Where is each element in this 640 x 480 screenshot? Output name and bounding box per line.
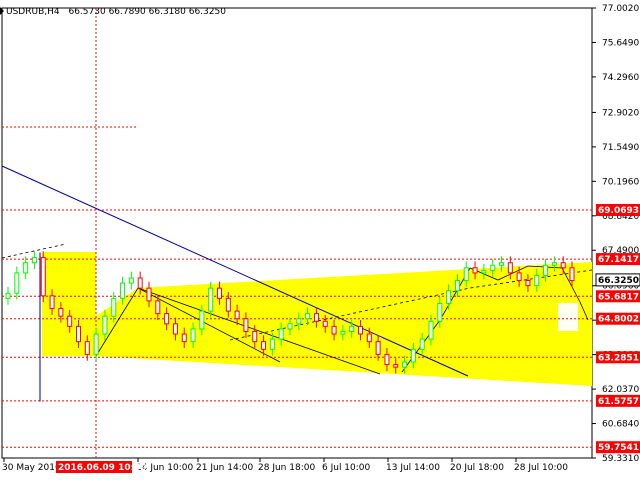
candle-body [287, 323, 293, 330]
candle-body [225, 297, 231, 312]
candle-body [137, 277, 143, 289]
level-tag-label: 61.5757 [598, 397, 639, 407]
level-tag-label: 65.6817 [598, 292, 639, 302]
candle-body [243, 318, 249, 332]
candle-body [269, 338, 275, 350]
level-tag-label: 69.0693 [598, 206, 639, 216]
current-price-label: 66.3250 [598, 276, 639, 286]
candle-body [384, 353, 390, 366]
symbol-label: USDRUB,H4 [6, 7, 60, 17]
candle-body [463, 267, 469, 282]
candle-body [23, 262, 29, 274]
candle-body [419, 338, 425, 350]
time-tick-label: 30 May 2016 [2, 463, 61, 473]
candle-body [454, 280, 460, 292]
candle-body [146, 287, 152, 302]
time-axis: 30 May 2016 14 Jun 10:00 21 Jun 14:00 28 Ju… [2, 458, 568, 473]
candle-body [366, 333, 372, 343]
candle-body [305, 313, 311, 320]
candle-body [84, 341, 90, 355]
candle-body [58, 308, 64, 317]
candle-body [534, 274, 540, 287]
price-tick-label: 71.5490 [602, 143, 639, 153]
candle-body [402, 361, 408, 368]
candle-body [234, 310, 240, 320]
candle-body [507, 262, 513, 274]
candle-body [446, 290, 452, 304]
candle-body [217, 287, 222, 299]
level-tag-label: 63.2851 [598, 353, 639, 363]
header-ohlc: USDRUB,H4 66.5730 66.7890 66.3180 66.325… [6, 7, 226, 17]
ohlc-values: 66.5730 66.7890 66.3180 66.3250 [68, 7, 226, 17]
candle-body [199, 310, 205, 330]
price-box [558, 303, 578, 331]
candle-body [516, 272, 522, 282]
time-tick-label: 6 Jul 10:00 [322, 463, 371, 473]
candle-body [14, 272, 20, 294]
plot-area [1, 7, 593, 459]
price-tick-label: 75.6490 [602, 38, 639, 48]
candle-body [340, 330, 346, 335]
candle-body [172, 323, 178, 335]
level-tag-label: 67.1417 [598, 255, 639, 265]
time-highlight-label: 2016.06.09 10:00 [58, 463, 147, 473]
candle-body [410, 348, 416, 363]
candle-body [322, 320, 328, 327]
level-tag-label: 59.7541 [598, 443, 639, 453]
price-tick-label: 72.9020 [602, 108, 639, 118]
price-axis: 77.0020 75.6490 74.2960 72.9020 71.5490 70.19… [592, 4, 640, 464]
candle-body [569, 267, 575, 282]
candle-body [525, 280, 531, 287]
candle-body [261, 341, 267, 350]
time-tick-label: 20 Jul 18:00 [450, 463, 504, 473]
candle-body [111, 297, 117, 317]
level-tag-label: 64.8002 [598, 315, 639, 325]
candle-body [499, 262, 504, 266]
candle-body [31, 257, 37, 264]
price-tick-label: 60.6840 [602, 420, 639, 430]
price-tick-label: 59.3310 [602, 454, 639, 464]
candle-body [313, 313, 319, 322]
price-tick-label: 70.1960 [602, 177, 639, 187]
candle-body [40, 257, 46, 297]
candle-body [155, 300, 161, 315]
candle-body [481, 269, 487, 274]
candle-body [128, 277, 134, 284]
candle-body [490, 264, 496, 271]
price-tick-label: 62.0370 [602, 385, 639, 395]
candle-body [543, 264, 549, 276]
price-tick-label: 77.0020 [602, 4, 639, 14]
candle-body [375, 341, 381, 355]
candle-body [67, 315, 73, 327]
candle-body [551, 262, 557, 266]
time-tick-label: 21 Jun 14:00 [196, 463, 253, 473]
candle-body [164, 313, 170, 325]
candle-body [560, 262, 566, 269]
candle-body [76, 325, 81, 343]
candle-body [93, 333, 99, 355]
time-tick-label: 28 Jul 10:00 [514, 463, 568, 473]
candle-body [437, 302, 443, 322]
candle-body [181, 333, 187, 343]
candle-body [278, 328, 284, 340]
candle-body [331, 325, 337, 335]
candle-body [252, 330, 258, 343]
candle-body [358, 325, 363, 335]
candle-body [120, 282, 126, 299]
candle-body [349, 325, 355, 332]
price-tick-label: 74.2960 [602, 73, 639, 83]
candle-body [296, 318, 302, 325]
candle-body [5, 292, 11, 299]
time-tick-label: 13 Jul 14:00 [386, 463, 440, 473]
price-chart[interactable]: USDRUB,H4 66.5730 66.7890 66.3180 66.325… [0, 0, 640, 480]
candle-body [49, 295, 55, 310]
candle-body [472, 267, 478, 274]
time-tick-label: 28 Jun 18:00 [258, 463, 315, 473]
candle-body [190, 328, 196, 343]
candle-body [102, 315, 108, 335]
candle-body [393, 364, 399, 368]
candle-body [208, 287, 214, 312]
candle-body [428, 320, 434, 340]
